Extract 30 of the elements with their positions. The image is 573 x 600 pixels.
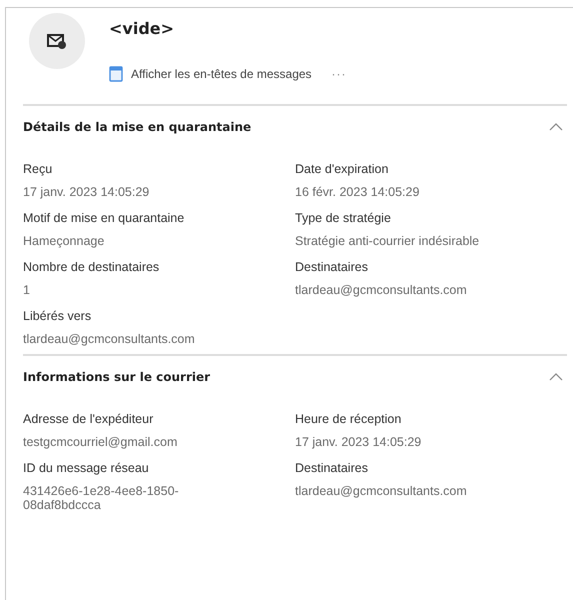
field-label: Libérés vers [23,309,92,323]
field-value: testgcmcourriel@gmail.com [23,435,178,449]
field-label: ID du message réseau [23,461,150,475]
field-label: Destinataires [295,260,369,274]
field-value: tlardeau@gcmconsultants.com [23,332,196,346]
field-value: 431426e6-1e28-4ee8-1850-08daf8bdccca [23,484,180,512]
field-value: 1 [23,283,31,297]
chevron-up-icon[interactable] [549,123,563,131]
field-label: Nombre de destinataires [23,260,160,274]
view-headers-button[interactable]: Afficher les en-têtes de messages [131,67,312,81]
field-value: 17 janv. 2023 14:05:29 [295,435,422,449]
field-label: Heure de réception [295,412,402,426]
message-title: <vide> [109,19,176,38]
field-label: Reçu [23,162,54,176]
field-label: Adresse de l'expéditeur [23,412,154,426]
field-label: Type de stratégie [295,211,392,225]
field-label: Date d'expiration [295,162,390,176]
field-value: 17 janv. 2023 14:05:29 [23,185,150,199]
section-title: Détails de la mise en quarantaine [23,120,252,134]
section-title: Informations sur le courrier [23,370,210,384]
field-value: tlardeau@gcmconsultants.com [295,484,468,498]
chevron-up-icon[interactable] [549,373,563,381]
field-value: Stratégie anti-courrier indésirable [295,234,480,248]
field-value: 16 févr. 2023 14:05:29 [295,185,420,199]
field-value: tlardeau@gcmconsultants.com [295,283,468,297]
field-label: Destinataires [295,461,369,475]
field-value: Hameçonnage [23,234,106,248]
window-icon [109,66,123,82]
more-button[interactable]: ··· [332,67,347,81]
field-label: Motif de mise en quarantaine [23,211,186,225]
